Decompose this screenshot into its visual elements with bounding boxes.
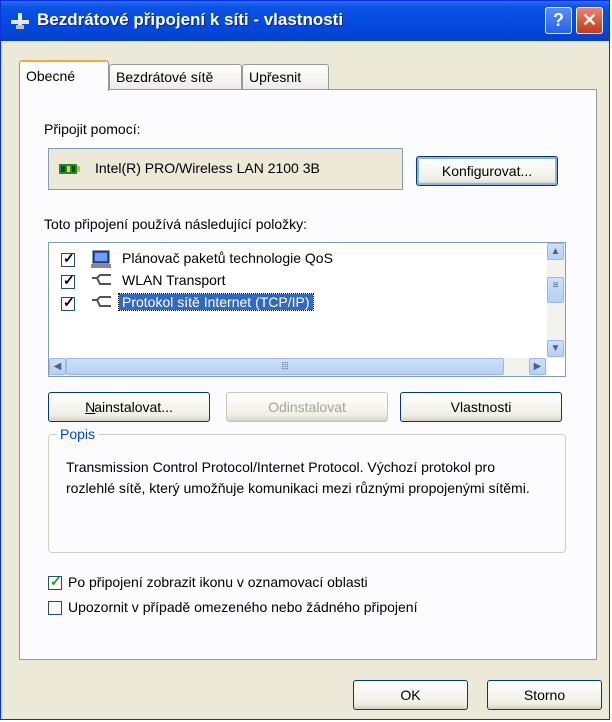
network-adapter-icon — [59, 164, 80, 174]
scheduler-icon — [91, 250, 111, 268]
list-item[interactable]: ✓ Plánovač paketů technologie QoS — [49, 249, 539, 271]
component-label: Plánovač paketů technologie QoS — [122, 250, 333, 266]
description-group-title: Popis — [57, 426, 99, 442]
scroll-right-icon[interactable]: ▶ — [529, 358, 546, 375]
adapter-name: Intel(R) PRO/Wireless LAN 2100 3B — [95, 160, 320, 176]
description-text: Transmission Control Protocol/Internet P… — [66, 459, 530, 496]
scroll-down-icon[interactable]: ▼ — [547, 340, 564, 357]
scroll-thumb[interactable]: ⦙⦙⦙ — [66, 358, 504, 375]
tab-advanced[interactable]: Upřesnit — [242, 64, 329, 90]
uninstall-button[interactable]: Odinstalovat — [226, 392, 388, 422]
list-item[interactable]: ✓ WLAN Transport — [49, 271, 539, 293]
description-group: Popis Transmission Control Protocol/Inte… — [48, 426, 566, 553]
list-item[interactable]: ✓ Protokol sítě Internet (TCP/IP) — [49, 293, 539, 315]
component-checkbox[interactable]: ✓ — [61, 250, 75, 267]
general-tab-panel: Připojit pomocí: Intel(R) PRO/Wireless L… — [19, 89, 597, 660]
component-checkbox[interactable]: ✓ — [61, 294, 75, 311]
show-icon-checkbox[interactable]: ✓ — [48, 573, 62, 590]
notify-label: Upozornit v případě omezeného nebo žádné… — [68, 599, 418, 615]
items-label: Toto připojení používá následující polož… — [44, 216, 308, 232]
component-label: WLAN Transport — [122, 272, 226, 288]
connect-using-label: Připojit pomocí: — [44, 121, 141, 137]
adapter-box: Intel(R) PRO/Wireless LAN 2100 3B — [48, 148, 403, 190]
network-connection-icon — [11, 13, 29, 29]
scroll-thumb[interactable]: ≡ — [547, 277, 564, 303]
ok-button[interactable]: OK — [353, 680, 468, 710]
show-icon-label: Po připojení zobrazit ikonu v oznamovací… — [68, 574, 368, 590]
install-button-label: ainstalovat... — [94, 399, 173, 415]
scroll-up-icon[interactable]: ▲ — [547, 243, 564, 260]
horizontal-scrollbar[interactable]: ◀ ⦙⦙⦙ ▶ — [49, 358, 547, 376]
properties-button[interactable]: Vlastnosti — [400, 392, 562, 422]
network-protocol-icon — [92, 296, 111, 307]
install-button[interactable]: Nainstalovat... — [48, 392, 210, 422]
scroll-left-icon[interactable]: ◀ — [49, 358, 66, 375]
configure-button[interactable]: Konfigurovat... — [416, 156, 558, 186]
tab-general[interactable]: Obecné — [19, 60, 109, 91]
title-bar[interactable]: Bezdrátové připojení k síti - vlastnosti… — [1, 1, 609, 41]
help-button[interactable]: ? — [545, 7, 572, 34]
component-checkbox[interactable]: ✓ — [61, 272, 75, 289]
cancel-button[interactable]: Storno — [487, 680, 602, 710]
tab-wireless-networks[interactable]: Bezdrátové sítě — [109, 64, 242, 90]
close-button[interactable]: ✕ — [576, 7, 603, 34]
network-protocol-icon — [92, 274, 111, 285]
window-title: Bezdrátové připojení k síti - vlastnosti — [37, 10, 344, 29]
notify-checkbox[interactable] — [48, 601, 62, 615]
properties-dialog: Bezdrátové připojení k síti - vlastnosti… — [0, 0, 610, 720]
vertical-scrollbar[interactable]: ▲ ≡ ▼ — [547, 243, 565, 358]
components-list[interactable]: ✓ Plánovač paketů technologie QoS ✓ WLAN… — [48, 242, 566, 377]
component-label: Protokol sítě Internet (TCP/IP) — [118, 293, 314, 311]
